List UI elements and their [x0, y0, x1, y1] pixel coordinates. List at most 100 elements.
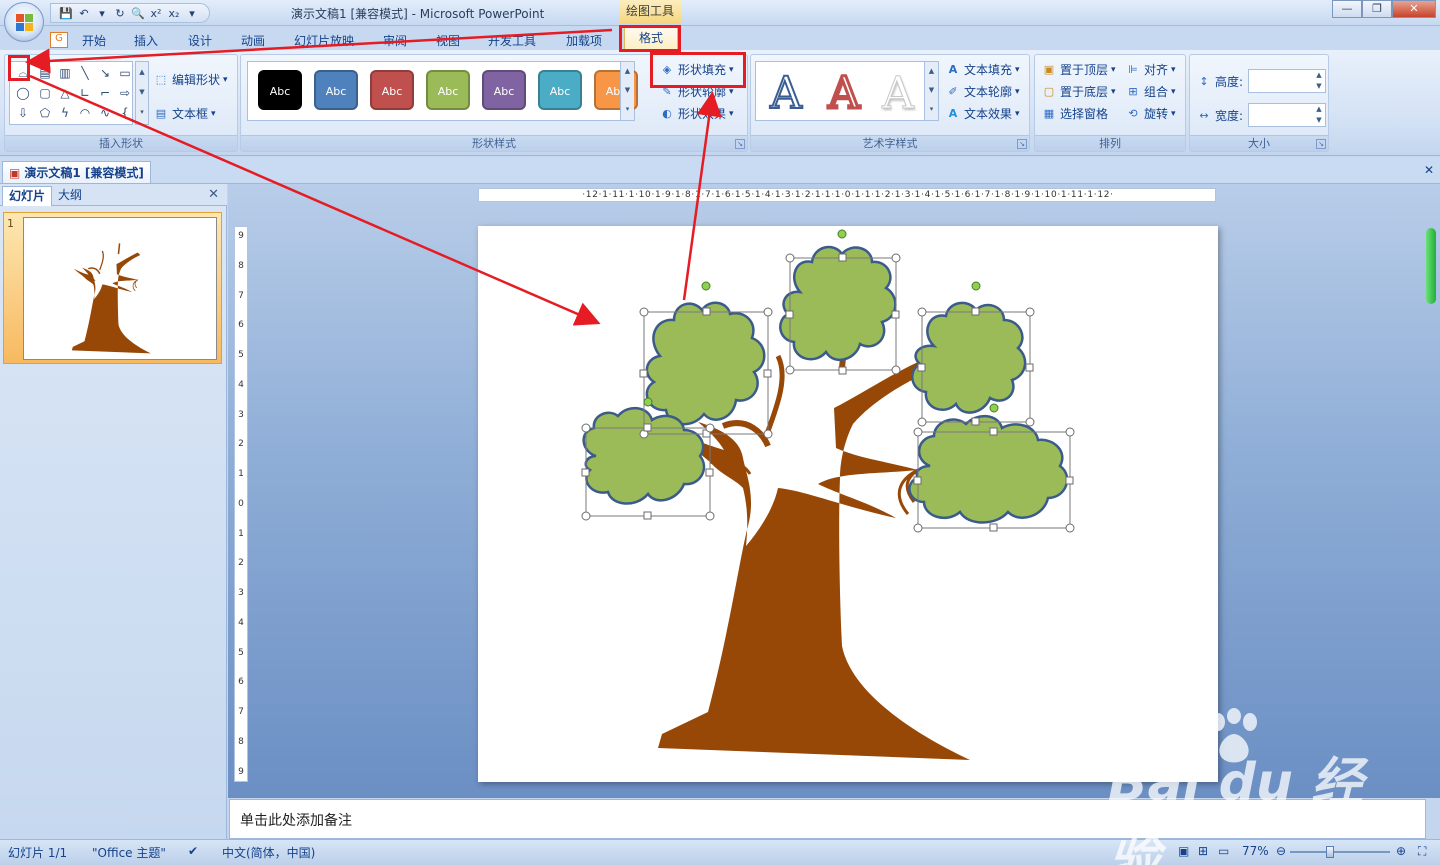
curve-shape-icon[interactable]: ∿ [96, 104, 114, 122]
group-objects-button[interactable]: ⊞ 组合 ▾ [1125, 83, 1175, 100]
minimize-icon[interactable]: — [1332, 0, 1362, 18]
height-input[interactable]: ▲ ▼ [1248, 69, 1326, 93]
send-to-back-button[interactable]: ▢ 置于底层 ▾ [1041, 83, 1116, 100]
rounded-rect-shape-icon[interactable]: ▢ [36, 84, 54, 102]
redo-icon[interactable]: ↻ [113, 7, 127, 20]
dialog-launcher-icon[interactable]: ↘ [735, 139, 745, 149]
theme-name[interactable]: "Office 主题" [92, 844, 166, 861]
wordart-gallery-scroll[interactable]: ▲ ▼ ▾ [924, 62, 938, 120]
width-spinner[interactable]: ▲ ▼ [1313, 104, 1325, 126]
customize-qat-icon[interactable]: ▾ [185, 7, 199, 20]
text-effects-icon: A [948, 106, 958, 120]
document-tab[interactable]: ▣ 演示文稿1 [兼容模式] [2, 161, 151, 183]
close-icon[interactable]: ✕ [1392, 0, 1436, 18]
height-spinner[interactable]: ▲ ▼ [1313, 70, 1325, 92]
save-icon[interactable]: 💾 [59, 7, 73, 20]
shapes-gallery-scroll[interactable]: ▲ ▼ ▾ [135, 61, 149, 125]
wordart-style-outline[interactable]: A [760, 67, 812, 120]
subscript-icon[interactable]: x₂ [167, 7, 181, 20]
brace-shape-icon[interactable]: { [116, 104, 134, 122]
undo-icon[interactable]: ↶ [77, 7, 91, 20]
wordart-gallery[interactable]: A A A ▲ ▼ ▾ [755, 61, 939, 121]
annotation-box-format-tab [619, 25, 681, 52]
down-arrow-shape-icon[interactable]: ⇩ [14, 104, 32, 122]
watermark-url: jingyan.baidu.com [1108, 800, 1293, 824]
wordart-style-red[interactable]: A [818, 67, 870, 121]
tab-addins[interactable]: 加载项 [566, 32, 602, 49]
group-icon: ⊞ [1128, 84, 1138, 98]
shape-style-swatch[interactable]: Abc [314, 70, 358, 110]
fit-to-window-icon[interactable]: ⛶ [1418, 844, 1426, 859]
tab-insert[interactable]: 插入 [134, 32, 158, 49]
group-wordart-styles: A A A ▲ ▼ ▾ A 文本填充 ▾ ✐ 文本轮廓 ▾ A 文本效果 ▾ 艺术字… [750, 54, 1030, 152]
dialog-launcher-icon[interactable]: ↘ [1017, 139, 1027, 149]
wordart-style-plain[interactable]: A [872, 68, 924, 120]
textbox-shape-icon[interactable]: ▤ [36, 64, 54, 82]
slide-canvas[interactable] [478, 226, 1218, 782]
drawing-tools-context-label: 绘图工具 [619, 0, 681, 24]
rectangle-shape-icon[interactable]: ▭ [116, 64, 134, 82]
close-document-icon[interactable]: ✕ [1424, 163, 1434, 177]
tab-view[interactable]: 视图 [436, 32, 460, 49]
selection-pane-button[interactable]: ▦ 选择窗格 [1041, 105, 1108, 122]
undo-dropdown-icon[interactable]: ▾ [95, 7, 109, 20]
rotate-button[interactable]: ⟲ 旋转 ▾ [1125, 105, 1175, 122]
vertical-scrollbar[interactable] [1424, 222, 1438, 796]
office-button[interactable] [4, 2, 44, 42]
edit-shape-button[interactable]: ⬚ 编辑形状 ▾ [153, 71, 228, 88]
tab-home[interactable]: 开始 [82, 32, 106, 49]
close-pane-icon[interactable]: ✕ [208, 187, 219, 202]
width-input[interactable]: ▲ ▼ [1248, 103, 1326, 127]
align-button[interactable]: ⊫ 对齐 ▾ [1125, 61, 1175, 78]
height-label: ↕ 高度: [1196, 73, 1243, 90]
arc-shape-icon[interactable]: ◠ [76, 104, 94, 122]
tab-design[interactable]: 设计 [188, 32, 212, 49]
elbow-connector-shape-icon[interactable]: ∟ [76, 84, 94, 102]
text-fill-button[interactable]: A 文本填充 ▾ [945, 61, 1020, 78]
shape-style-swatch[interactable]: Abc [426, 70, 470, 110]
rotate-icon: ⟲ [1128, 106, 1138, 120]
restore-icon[interactable]: ❐ [1362, 0, 1392, 18]
vertical-textbox-shape-icon[interactable]: ▥ [56, 64, 74, 82]
lightning-shape-icon[interactable]: ϟ [56, 104, 74, 122]
line-shape-icon[interactable]: ╲ [76, 64, 94, 82]
text-outline-button[interactable]: ✐ 文本轮廓 ▾ [945, 83, 1019, 100]
bring-to-front-button[interactable]: ▣ 置于顶层 ▾ [1041, 61, 1116, 78]
shape-style-swatch[interactable]: Abc [482, 70, 526, 110]
shape-effects-button[interactable]: ◐ 形状效果 ▾ [659, 105, 733, 122]
elbow-arrow-shape-icon[interactable]: ⌐ [96, 84, 114, 102]
right-arrow-shape-icon[interactable]: ⇨ [116, 84, 134, 102]
scrollbar-thumb[interactable] [1426, 228, 1436, 304]
shape-styles-gallery[interactable]: Abc Abc Abc Abc Abc Abc Abc ▲ ▼ ▾ [247, 61, 638, 121]
slide-thumbnail-row[interactable]: 1 [3, 212, 222, 364]
foliage-cloud [645, 301, 766, 426]
addin-icon[interactable]: G [50, 32, 68, 48]
baidu-watermark: Bai du 经验 jingyan.baidu.com [1108, 708, 1408, 865]
arrow-line-shape-icon[interactable]: ↘ [96, 64, 114, 82]
spellcheck-icon[interactable]: ✔ [188, 844, 198, 858]
chevron-down-icon: ▾ [211, 108, 216, 119]
shape-style-swatch[interactable]: Abc [370, 70, 414, 110]
text-effects-button[interactable]: A 文本效果 ▾ [945, 105, 1020, 122]
shape-style-swatch[interactable]: Abc [538, 70, 582, 110]
superscript-icon[interactable]: x² [149, 7, 163, 20]
triangle-shape-icon[interactable]: △ [56, 84, 74, 102]
dialog-launcher-icon[interactable]: ↘ [1316, 139, 1326, 149]
shape-style-swatch[interactable]: Abc [258, 70, 302, 110]
chevron-down-icon: ▾ [1015, 108, 1020, 119]
tab-slideshow[interactable]: 幻灯片放映 [294, 32, 354, 49]
oval-shape-icon[interactable]: ◯ [14, 84, 32, 102]
shape-styles-scroll[interactable]: ▲ ▼ ▾ [620, 62, 634, 120]
language[interactable]: 中文(简体，中国) [222, 844, 315, 861]
chevron-down-icon: ▾ [1015, 64, 1020, 75]
send-back-icon: ▢ [1043, 84, 1055, 98]
pentagon-shape-icon[interactable]: ⬠ [36, 104, 54, 122]
tab-outline[interactable]: 大纲 [52, 186, 88, 206]
tab-animations[interactable]: 动画 [241, 32, 265, 49]
print-preview-icon[interactable]: 🔍 [131, 7, 145, 20]
tab-review[interactable]: 审阅 [383, 32, 407, 49]
slide-thumbnail[interactable] [23, 217, 217, 360]
tab-slides[interactable]: 幻灯片 [2, 186, 53, 206]
text-box-button[interactable]: ▤ 文本框 ▾ [153, 105, 216, 122]
tab-developer[interactable]: 开发工具 [488, 32, 536, 49]
